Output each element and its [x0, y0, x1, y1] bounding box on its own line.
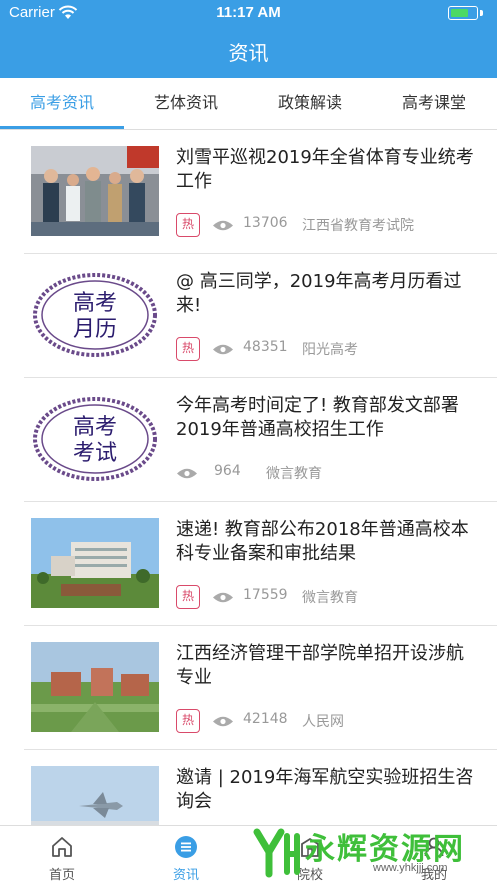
status-bar: Carrier 11:17 AM	[0, 0, 497, 26]
nav-home[interactable]: 首页	[0, 826, 124, 883]
badge-text-bottom: 月历	[73, 317, 117, 342]
hot-badge: 热	[176, 337, 200, 361]
article-title: 邀请 | 2019年海军航空实验班招生咨询会	[176, 767, 474, 812]
article-thumbnail: 高考 月历	[31, 270, 159, 360]
eye-icon	[177, 468, 197, 479]
status-time: 11:17 AM	[216, 4, 281, 21]
article-thumbnail	[31, 146, 159, 236]
article-item[interactable]: 速递! 教育部公布2018年普通高校本科专业备案和审批结果 热 17559 微言…	[24, 502, 497, 626]
hot-badge: 热	[176, 585, 200, 609]
article-item[interactable]: 高考 月历 @ 高三同学，2019年高考月历看过来! 热 48351 阳光高考	[24, 254, 497, 378]
article-title: @ 高三同学，2019年高考月历看过来!	[176, 271, 462, 316]
article-item[interactable]: 刘雪平巡视2019年全省体育专业统考工作 热 13706 江西省教育考试院	[24, 130, 497, 254]
hot-badge: 热	[176, 213, 200, 237]
article-title: 今年高考时间定了! 教育部发文部署2019年普通高校招生工作	[176, 395, 459, 440]
article-title: 刘雪平巡视2019年全省体育专业统考工作	[176, 147, 474, 192]
article-title: 速递! 教育部公布2018年普通高校本科专业备案和审批结果	[176, 519, 469, 564]
nav-news-label: 资讯	[172, 868, 199, 883]
badge-text-bottom: 考试	[73, 441, 117, 466]
tab-arts-sports-news[interactable]: 艺体资讯	[124, 78, 248, 128]
article-source: 微言教育	[266, 466, 322, 482]
article-source: 江西省教育考试院	[302, 218, 414, 234]
tab-gaokao-class[interactable]: 高考课堂	[372, 78, 496, 128]
eye-icon	[213, 220, 233, 231]
watermark-url: www.yhkjjj.com	[373, 862, 448, 874]
watermark: 永辉资源网 www.yhkjjj.com	[245, 822, 495, 883]
app-header: Carrier 11:17 AM 资讯	[0, 0, 497, 78]
news-icon	[175, 836, 197, 858]
eye-icon	[213, 716, 233, 727]
view-count: 17559	[243, 587, 288, 603]
tab-policy-interpretation[interactable]: 政策解读	[248, 78, 372, 128]
article-source: 阳光高考	[302, 342, 358, 358]
eye-icon	[213, 344, 233, 355]
tab-gaokao-news[interactable]: 高考资讯	[0, 78, 124, 128]
active-tab-indicator	[0, 126, 124, 129]
view-count: 13706	[243, 215, 288, 231]
article-item[interactable]: 高考 考试 今年高考时间定了! 教育部发文部署2019年普通高校招生工作 964…	[24, 378, 497, 502]
article-thumbnail	[31, 766, 159, 825]
article-source: 微言教育	[302, 590, 358, 606]
article-source: 人民网	[302, 714, 344, 730]
article-item[interactable]: 邀请 | 2019年海军航空实验班招生咨询会	[24, 750, 497, 825]
eye-icon	[213, 592, 233, 603]
hot-badge: 热	[176, 709, 200, 733]
nav-home-label: 首页	[48, 868, 75, 883]
view-count: 42148	[243, 711, 288, 727]
article-thumbnail	[31, 642, 159, 732]
page-title: 资讯	[228, 41, 269, 65]
category-tabs: 高考资讯 艺体资讯 政策解读 高考课堂	[0, 78, 497, 130]
badge-text-top: 高考	[73, 415, 117, 440]
battery-tip	[480, 10, 483, 16]
article-title: 江西经济管理干部学院单招开设涉航专业	[176, 643, 464, 688]
watermark-logo-icon	[253, 828, 300, 878]
home-icon	[52, 837, 72, 857]
article-thumbnail: 高考 考试	[31, 394, 159, 484]
view-count: 48351	[243, 339, 288, 355]
nav-news[interactable]: 资讯	[124, 826, 248, 883]
article-list[interactable]: 刘雪平巡视2019年全省体育专业统考工作 热 13706 江西省教育考试院 高考…	[0, 130, 497, 825]
article-item[interactable]: 江西经济管理干部学院单招开设涉航专业 热 42148 人民网	[24, 626, 497, 750]
article-thumbnail	[31, 518, 159, 608]
battery-icon	[448, 6, 478, 20]
badge-text-top: 高考	[73, 291, 117, 316]
battery-level	[450, 8, 468, 17]
view-count: 964	[214, 463, 241, 479]
